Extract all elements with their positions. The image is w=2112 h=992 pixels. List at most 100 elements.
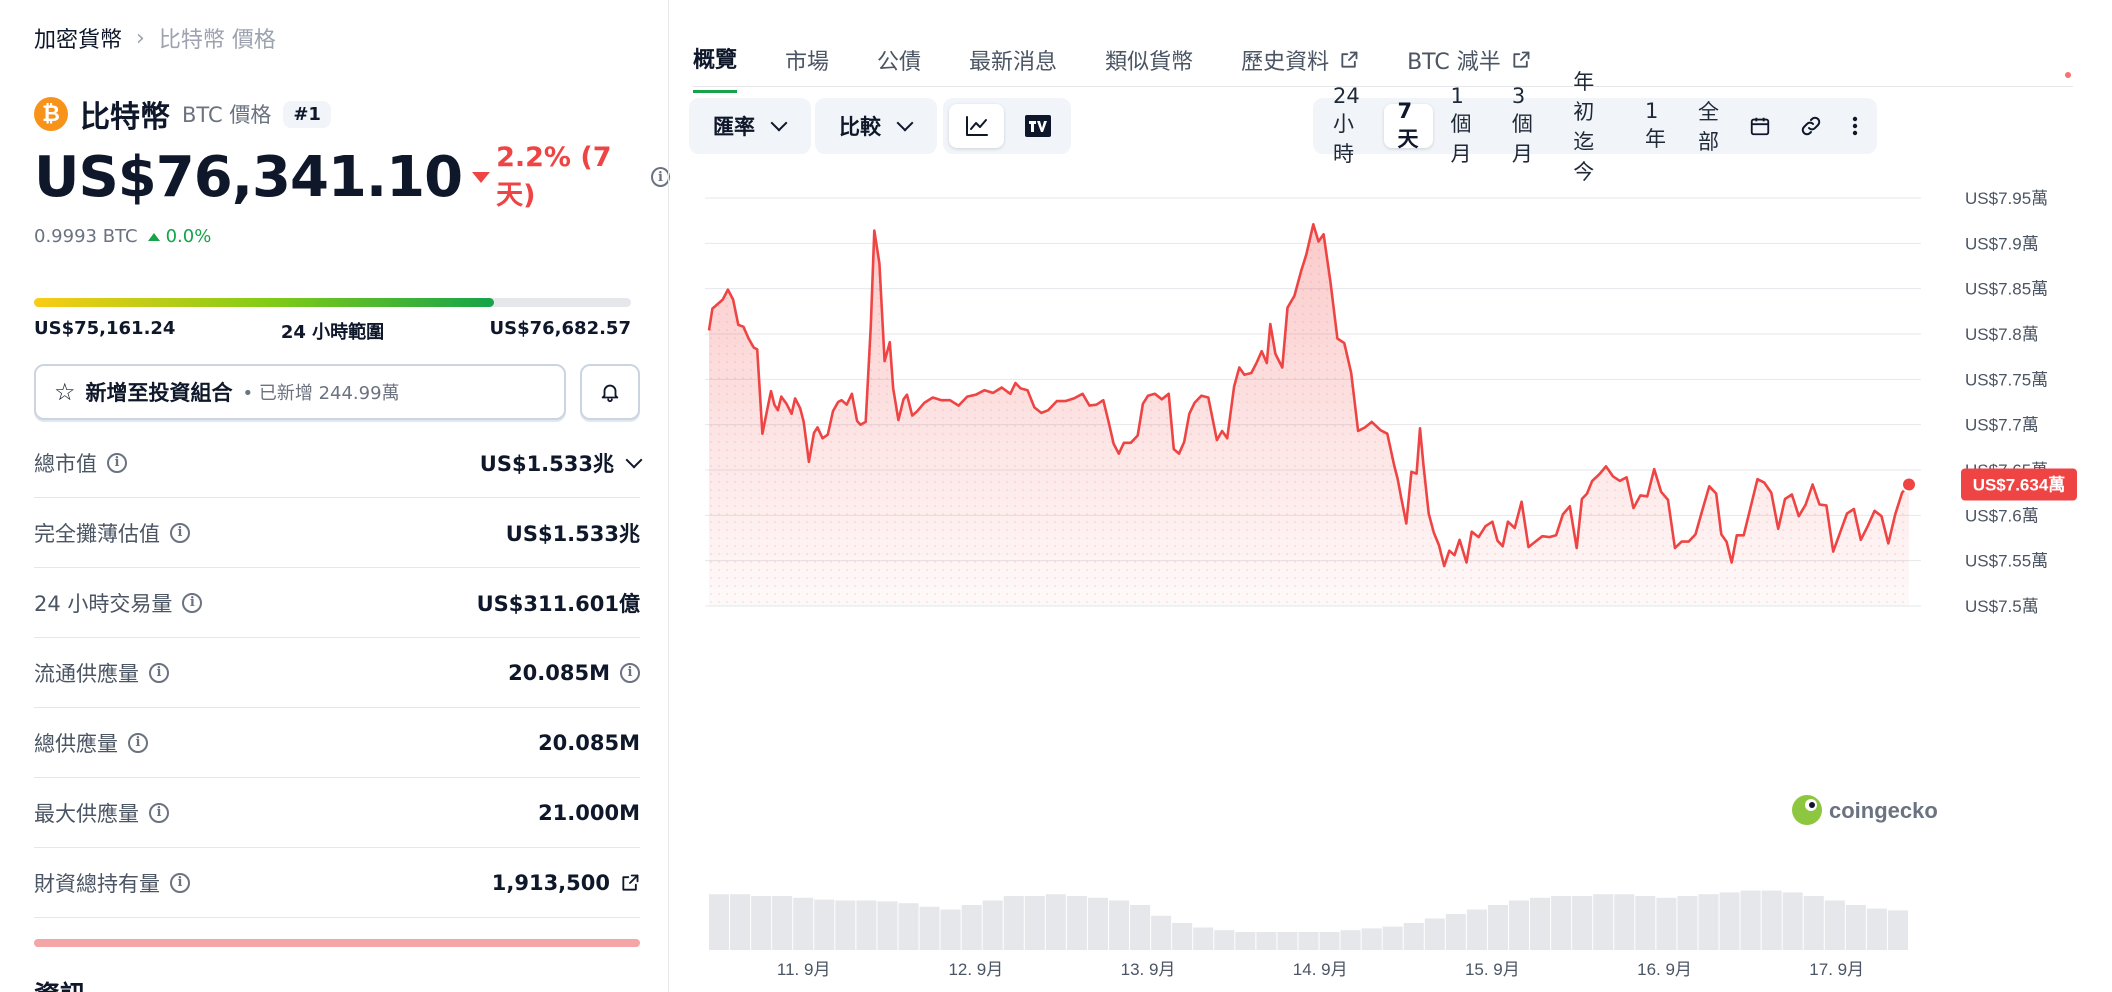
bell-icon (601, 384, 619, 403)
btc-price-row: 0.9993 BTC 0.0% (34, 226, 211, 247)
volume-bar (1845, 905, 1866, 950)
volume-bar (1403, 923, 1424, 950)
btc-price-change: 0.0% (147, 226, 211, 247)
volume-bar (1193, 927, 1214, 950)
y-tick-label: US$7.8萬 (1965, 325, 2039, 344)
line-chart-button[interactable] (949, 104, 1004, 148)
volume-bar (1172, 923, 1193, 950)
volume-bar (730, 894, 751, 950)
volume-bar (1782, 892, 1803, 950)
stat-label: 流通供應量 (34, 661, 139, 686)
breadcrumb-current: 比特幣 價格 (158, 28, 276, 53)
volume-bar (1256, 932, 1277, 950)
stat-label: 總供應量 (34, 731, 118, 756)
volume-bar (1487, 905, 1508, 950)
add-to-portfolio-button[interactable]: ☆ 新增至投資組合 • 已新增 244.99萬 (34, 364, 566, 420)
volume-bar (709, 894, 730, 950)
y-tick-label: US$7.7萬 (1965, 416, 2039, 435)
compare-dropdown-label: 比較 (839, 115, 881, 139)
tab-label: 類似貨幣 (1105, 49, 1194, 75)
volume-bar (1445, 914, 1466, 950)
rate-dropdown[interactable]: 匯率 (689, 98, 811, 154)
info-icon[interactable]: i (170, 522, 190, 543)
info-icon[interactable]: i (149, 662, 169, 683)
stat-label: 最大供應量 (34, 801, 139, 826)
x-tick-label: 17. 9月 (1809, 960, 1864, 979)
volume-bar (1572, 896, 1593, 950)
stat-row: 總市值 i US$1.533兆 (34, 428, 643, 498)
watermark-text: coingecko (1829, 798, 1938, 823)
volume-bar (1466, 909, 1487, 950)
external-link-icon[interactable] (620, 873, 640, 893)
stat-value: US$1.533兆 (505, 521, 640, 546)
volume-bar (856, 900, 877, 950)
price-chart[interactable]: US$7.95萬 US$7.9萬 US$7.85萬 US$7.8萬 US$7.75萬 US… (669, 160, 2112, 992)
volume-bar (1235, 932, 1256, 950)
volume-bar (1761, 890, 1782, 950)
chevron-down-icon (896, 114, 914, 132)
range-button[interactable]: 年初迄今 (1559, 70, 1627, 184)
volume-bar (1656, 897, 1677, 950)
info-icon[interactable]: i (170, 872, 190, 893)
caret-down-icon (472, 171, 491, 183)
x-tick-label: 12. 9月 (948, 960, 1003, 979)
tab-label: 公債 (877, 49, 922, 75)
coin-symbol-label: BTC 價格 (182, 103, 272, 127)
y-tick-label: US$7.9萬 (1965, 234, 2039, 253)
rank-badge: #1 (283, 100, 331, 128)
range-button[interactable]: 1 個月 (1437, 84, 1494, 166)
x-tick-label: 15. 9月 (1465, 960, 1520, 979)
y-tick-label: US$7.5萬 (1965, 597, 2039, 616)
price-alert-button[interactable] (580, 364, 640, 420)
stat-row: 流通供應量 i 20.085M i (34, 638, 640, 708)
info-icon[interactable]: i (128, 732, 148, 753)
bitcoin-logo-icon: ₿ (34, 97, 68, 131)
range-button[interactable]: 7天 (1383, 99, 1433, 151)
y-tick-label: US$7.95萬 (1965, 189, 2048, 208)
volume-bar (1866, 908, 1887, 950)
volume-bar (1740, 890, 1761, 950)
notification-dot (2065, 72, 2071, 78)
volume-bar (1361, 928, 1382, 950)
more-options-button[interactable] (1839, 104, 1871, 148)
volume-bar (1340, 930, 1361, 950)
volume-bar (1130, 905, 1151, 950)
section-divider (34, 939, 640, 947)
range-button[interactable]: 3 個月 (1498, 84, 1555, 166)
info-icon[interactable]: i (149, 802, 169, 823)
info-icon[interactable]: i (182, 592, 203, 613)
chevron-down-icon[interactable] (625, 451, 643, 468)
volume-bar (898, 903, 919, 950)
breadcrumb: 加密貨幣 › 比特幣 價格 (34, 22, 276, 54)
link-icon (1801, 116, 1821, 136)
volume-bar (1551, 896, 1572, 950)
volume-bar (1277, 932, 1298, 950)
stat-row: 財資總持有量 i 1,913,500 (34, 848, 640, 918)
info-icon[interactable]: i (620, 662, 640, 683)
share-link-button[interactable] (1787, 104, 1835, 148)
stat-label: 完全攤薄估值 (34, 521, 160, 546)
more-vertical-icon (1852, 116, 1858, 136)
breadcrumb-root-link[interactable]: 加密貨幣 (34, 22, 122, 54)
tab-label: 最新消息 (969, 49, 1058, 75)
info-icon[interactable]: i (107, 452, 127, 473)
volume-bar (1066, 896, 1087, 950)
stat-value: 20.085M (538, 730, 640, 755)
tradingview-button[interactable] (1010, 104, 1065, 148)
volume-bar (1719, 892, 1740, 950)
volume-bar (1382, 926, 1403, 950)
volume-bar (1824, 900, 1845, 950)
tab-label: 歷史資料 (1241, 49, 1330, 75)
volume-bar (877, 901, 898, 950)
calendar-icon (1750, 117, 1770, 136)
price-row: US$76,341.10 2.2% (7天) i (34, 142, 670, 212)
x-tick-label: 16. 9月 (1637, 960, 1692, 979)
range-button[interactable]: 24小時 (1319, 84, 1380, 166)
compare-dropdown[interactable]: 比較 (815, 98, 937, 154)
calendar-button[interactable] (1737, 104, 1783, 148)
caret-up-icon (147, 232, 160, 241)
range-button[interactable]: 1年 (1631, 99, 1680, 151)
range-button[interactable]: 全部 (1684, 100, 1733, 154)
stat-value: US$1.533兆 (479, 451, 614, 476)
volume-bar (1887, 910, 1908, 950)
